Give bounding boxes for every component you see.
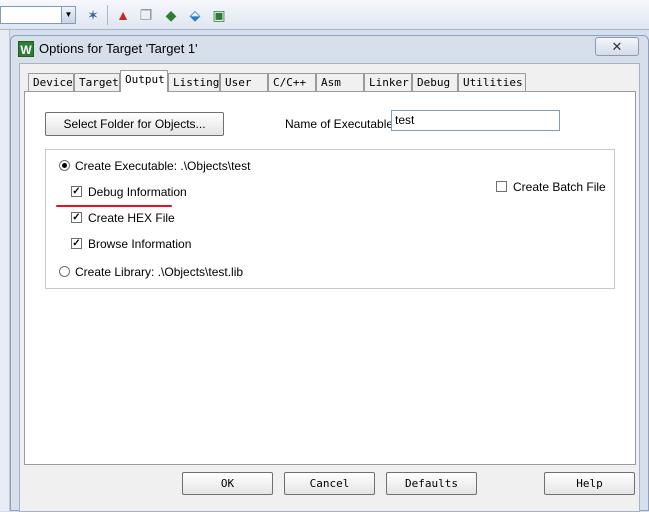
background-left-panel: [0, 30, 10, 511]
output-tab-panel: Select Folder for Objects... Name of Exe…: [24, 91, 636, 465]
chevron-down-icon[interactable]: ▼: [61, 7, 75, 23]
tab-target[interactable]: Target: [74, 73, 120, 91]
background-combo-box[interactable]: ▼: [0, 6, 76, 24]
tab-c-cpp[interactable]: C/C++: [268, 73, 316, 91]
create-hex-file-checkbox[interactable]: ✓: [71, 212, 82, 223]
browse-information-checkbox[interactable]: ✓: [71, 238, 82, 249]
diamond-icon[interactable]: ◆: [162, 6, 180, 24]
create-library-radio[interactable]: [59, 266, 70, 277]
name-of-executable-label: Name of Executable:: [285, 117, 397, 131]
browse-information-label: Browse Information: [88, 237, 192, 251]
radio-selected-dot: [62, 163, 67, 168]
create-executable-radio[interactable]: [59, 160, 70, 171]
tab-asm[interactable]: Asm: [316, 73, 364, 91]
options-dialog: W Options for Target 'Target 1' ✕ Device…: [10, 35, 649, 512]
select-folder-button[interactable]: Select Folder for Objects...: [45, 112, 224, 136]
window-icon[interactable]: ❐: [137, 6, 155, 24]
tab-listing[interactable]: Listing: [168, 73, 220, 91]
options-icon[interactable]: ▣: [210, 6, 228, 24]
defaults-button[interactable]: Defaults: [386, 472, 477, 495]
help-button[interactable]: Help: [544, 472, 635, 495]
ok-button[interactable]: OK: [182, 472, 273, 495]
debug-information-checkbox[interactable]: ✓: [71, 186, 82, 197]
dialog-title: Options for Target 'Target 1': [39, 41, 198, 56]
tab-output[interactable]: Output: [120, 70, 168, 92]
close-icon: ✕: [611, 39, 623, 54]
create-batch-file-label: Create Batch File: [513, 180, 606, 194]
create-batch-file-checkbox[interactable]: [496, 181, 507, 192]
dialog-client-area: Device Target Output Listing User C/C++ …: [19, 63, 640, 512]
checkmark-icon: ✓: [72, 186, 81, 197]
cancel-button[interactable]: Cancel: [284, 472, 375, 495]
checkmark-icon: ✓: [72, 212, 81, 223]
tab-user[interactable]: User: [220, 73, 268, 91]
debug-information-label: Debug Information: [88, 185, 187, 199]
download-icon[interactable]: ⬙: [186, 6, 204, 24]
tab-debug[interactable]: Debug: [412, 73, 458, 91]
app-icon: W: [18, 41, 34, 57]
tab-linker[interactable]: Linker: [364, 73, 412, 91]
create-hex-file-label: Create HEX File: [88, 211, 175, 225]
toolbar-separator: [107, 5, 108, 25]
wand-icon[interactable]: ✶: [84, 6, 102, 24]
close-button[interactable]: ✕: [595, 37, 639, 56]
tab-device[interactable]: Device: [28, 73, 74, 91]
highlight-underline: [56, 205, 172, 207]
create-library-label: Create Library: .\Objects\test.lib: [75, 265, 244, 279]
background-toolbar: ▼ ✶ ▲ ❐ ◆ ⬙ ▣: [0, 0, 649, 30]
output-options-group: Create Executable: .\Objects\test ✓ Debu…: [45, 149, 615, 289]
name-of-executable-input[interactable]: test: [391, 110, 560, 131]
build-icon[interactable]: ▲: [114, 6, 132, 24]
tab-utilities[interactable]: Utilities: [458, 73, 526, 91]
checkmark-icon: ✓: [72, 238, 81, 249]
create-executable-label: Create Executable: .\Objects\test: [75, 159, 251, 173]
